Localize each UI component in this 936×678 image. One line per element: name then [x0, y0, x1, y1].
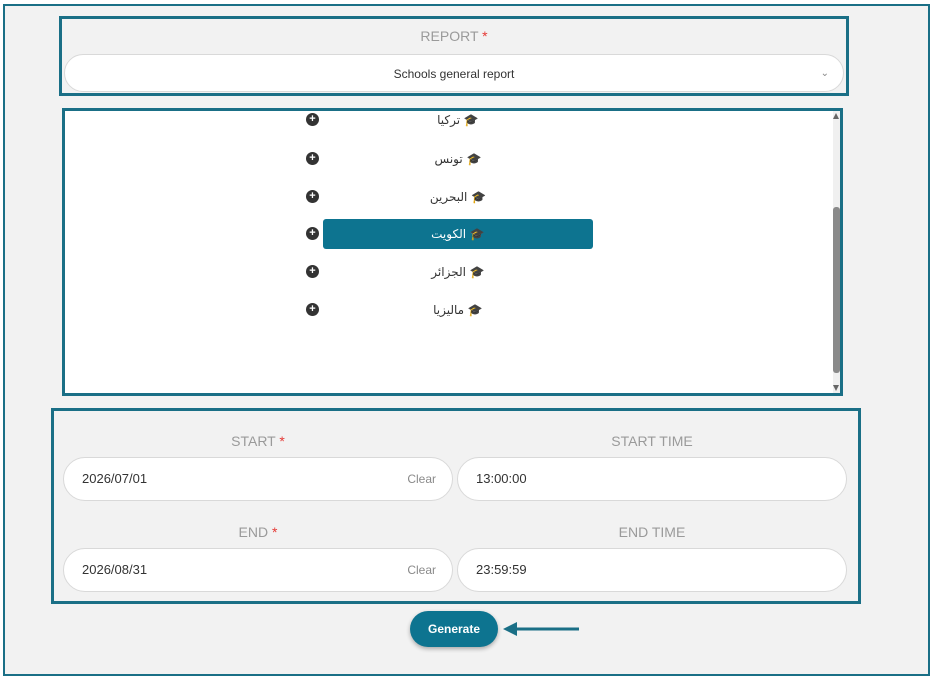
- report-select[interactable]: Schools general report ⌄: [64, 54, 844, 92]
- chevron-down-icon: ⌄: [820, 68, 829, 79]
- graduation-cap-icon: 🎓: [466, 152, 482, 166]
- tree-highlight-box: + 🎓 تركيا + 🎓 تونس + 🎓 البحرين + 🎓 الكوي…: [62, 108, 843, 396]
- tree-node-label[interactable]: 🎓 الجزائر: [323, 257, 593, 287]
- tree-node-text: ماليزيا: [433, 303, 465, 317]
- start-label-text: START: [231, 433, 276, 449]
- generate-button[interactable]: Generate: [410, 611, 498, 647]
- end-date-value: 2026/08/31: [82, 562, 148, 577]
- start-clear-button[interactable]: Clear: [407, 458, 436, 500]
- expand-plus-icon[interactable]: +: [306, 152, 319, 165]
- start-required-mark: *: [279, 433, 285, 449]
- report-required-mark: *: [482, 28, 488, 44]
- start-date-input[interactable]: 2026/07/01 Clear: [63, 457, 453, 501]
- tree-scrollbar[interactable]: [833, 111, 840, 393]
- tree-node-label[interactable]: 🎓 البحرين: [323, 182, 593, 212]
- scroll-down-arrow-icon[interactable]: [833, 385, 839, 391]
- end-time-label-text: END TIME: [618, 524, 686, 540]
- expand-plus-icon[interactable]: +: [306, 227, 319, 240]
- report-label: REPORT *: [59, 28, 849, 44]
- arrow-left-icon: [503, 622, 579, 636]
- tree-item[interactable]: + 🎓 الجزائر: [65, 257, 840, 287]
- graduation-cap-icon: 🎓: [469, 227, 485, 241]
- start-time-input[interactable]: 13:00:00: [457, 457, 847, 501]
- tree-node-text: تركيا: [437, 113, 461, 127]
- end-label-text: END: [238, 524, 269, 540]
- tree-node-text: الجزائر: [431, 265, 466, 279]
- report-label-text: REPORT: [420, 28, 479, 44]
- end-clear-button[interactable]: Clear: [407, 549, 436, 591]
- start-date-value: 2026/07/01: [82, 471, 148, 486]
- expand-plus-icon[interactable]: +: [306, 190, 319, 203]
- tree-item[interactable]: + 🎓 تونس: [65, 144, 840, 174]
- graduation-cap-icon: 🎓: [467, 303, 483, 317]
- end-label: END *: [63, 524, 453, 540]
- end-time-value: 23:59:59: [476, 562, 527, 577]
- tree-item[interactable]: + 🎓 البحرين: [65, 182, 840, 212]
- scrollbar-thumb[interactable]: [833, 207, 840, 373]
- tree-scroll-area[interactable]: + 🎓 تركيا + 🎓 تونس + 🎓 البحرين + 🎓 الكوي…: [65, 111, 840, 393]
- scroll-up-arrow-icon[interactable]: [833, 113, 839, 119]
- generate-button-label: Generate: [427, 622, 481, 636]
- start-time-label: START TIME: [457, 433, 847, 449]
- tree-node-label-selected[interactable]: 🎓 الكويت: [323, 219, 593, 249]
- expand-plus-icon[interactable]: +: [306, 303, 319, 316]
- graduation-cap-icon: 🎓: [471, 190, 487, 204]
- tree-node-label[interactable]: 🎓 تركيا: [323, 111, 593, 135]
- end-time-label: END TIME: [457, 524, 847, 540]
- tree-node-label[interactable]: 🎓 تونس: [323, 144, 593, 174]
- start-label: START *: [63, 433, 453, 449]
- tree-node-text: تونس: [434, 152, 463, 166]
- end-time-input[interactable]: 23:59:59: [457, 548, 847, 592]
- report-panel: REPORT * Schools general report ⌄ + 🎓 تر…: [3, 4, 930, 676]
- expand-plus-icon[interactable]: +: [306, 265, 319, 278]
- graduation-cap-icon: 🎓: [469, 265, 485, 279]
- tree-node-text: الكويت: [431, 227, 467, 241]
- expand-plus-icon[interactable]: +: [306, 113, 319, 126]
- end-required-mark: *: [272, 524, 278, 540]
- tree-item[interactable]: + 🎓 ماليزيا: [65, 295, 840, 325]
- report-select-value: Schools general report: [393, 67, 515, 81]
- tree-node-text: البحرين: [429, 190, 468, 204]
- end-date-input[interactable]: 2026/08/31 Clear: [63, 548, 453, 592]
- tree-node-label[interactable]: 🎓 ماليزيا: [323, 295, 593, 325]
- tree-item[interactable]: + 🎓 الكويت: [65, 219, 840, 249]
- graduation-cap-icon: 🎓: [463, 113, 479, 127]
- start-time-label-text: START TIME: [611, 433, 693, 449]
- tree-item[interactable]: + 🎓 تركيا: [65, 111, 840, 135]
- start-time-value: 13:00:00: [476, 471, 527, 486]
